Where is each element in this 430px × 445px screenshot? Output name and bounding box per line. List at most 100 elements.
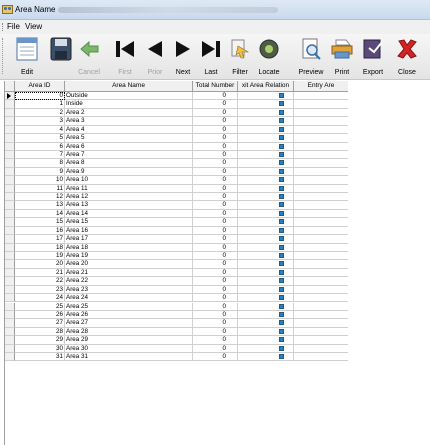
cell-total-number[interactable]: 0 [193, 235, 238, 244]
cell-area-id[interactable]: 21 [15, 268, 65, 278]
cell-total-number[interactable]: 0 [193, 310, 238, 320]
cell-area-name[interactable]: Area 18 [65, 243, 193, 252]
cell-area-name[interactable]: Area 6 [65, 142, 193, 151]
cell-area-name[interactable]: Area 12 [65, 193, 193, 202]
cell-area-id[interactable]: 13 [15, 201, 65, 210]
cell-area-id[interactable]: 1 [15, 100, 65, 109]
preview-button[interactable]: Preview [296, 36, 326, 78]
cell-entry-area[interactable] [294, 151, 348, 160]
cell-total-number[interactable]: 0 [193, 251, 238, 261]
row-selector[interactable] [5, 310, 15, 320]
cell-area-name[interactable]: Area 3 [65, 117, 193, 126]
cell-area-relation[interactable] [238, 243, 294, 252]
row-selector[interactable] [5, 251, 15, 261]
cell-entry-area[interactable] [294, 353, 348, 362]
table-row[interactable]: 15 Area 15 0 [5, 218, 348, 227]
row-selector[interactable] [5, 117, 15, 126]
cell-area-id[interactable]: 23 [15, 285, 65, 295]
filter-button[interactable]: Filter [225, 36, 255, 78]
row-selector[interactable] [5, 235, 15, 244]
cell-area-id[interactable]: 26 [15, 310, 65, 320]
cell-area-name[interactable]: Area 24 [65, 294, 193, 303]
cell-total-number[interactable]: 0 [193, 353, 238, 362]
row-selector[interactable] [5, 285, 15, 295]
area-grid[interactable]: Area ID Area Name Total Number xit Area … [4, 81, 348, 445]
cell-area-name[interactable]: Inside [65, 100, 193, 109]
header-entry-area[interactable]: Entry Are [294, 81, 348, 92]
cell-area-name[interactable]: Area 31 [65, 353, 193, 362]
cell-area-relation[interactable] [238, 336, 294, 345]
cell-entry-area[interactable] [294, 244, 348, 252]
cell-entry-area[interactable] [294, 260, 348, 269]
row-selector[interactable] [5, 150, 15, 160]
table-row[interactable]: 31 Area 31 0 [5, 353, 348, 362]
cell-area-relation[interactable] [238, 176, 294, 185]
cell-area-name[interactable]: Area 16 [65, 226, 193, 236]
first-button[interactable]: First [110, 36, 140, 78]
cell-area-name[interactable]: Area 22 [65, 277, 193, 286]
row-selector[interactable] [5, 92, 15, 101]
cell-area-relation[interactable] [238, 251, 294, 261]
cell-area-relation[interactable] [238, 344, 294, 353]
cell-total-number[interactable]: 0 [193, 277, 238, 286]
cell-area-id[interactable]: 16 [15, 226, 65, 236]
menu-file[interactable]: File [7, 22, 20, 31]
cell-area-id[interactable]: 24 [15, 294, 65, 303]
table-row[interactable]: 24 Area 24 0 [5, 294, 348, 303]
table-row[interactable]: 9 Area 90 [5, 167, 348, 177]
cell-total-number[interactable]: 0 [193, 302, 238, 311]
row-selector[interactable] [5, 268, 15, 278]
row-selector[interactable] [5, 142, 15, 151]
cell-area-id[interactable]: 4 [15, 125, 65, 135]
cell-area-name[interactable]: Area 2 [65, 108, 193, 118]
cell-entry-area[interactable] [294, 92, 348, 101]
cell-total-number[interactable]: 0 [193, 92, 238, 101]
cell-area-id[interactable]: 22 [15, 277, 65, 286]
table-row[interactable]: 10 Area 10 0 [5, 176, 348, 185]
cell-area-relation[interactable] [238, 260, 294, 269]
row-selector[interactable] [5, 344, 15, 353]
table-row[interactable]: 23 Area 23 0 [5, 285, 348, 295]
cell-area-name[interactable]: Area 25 [65, 302, 193, 311]
table-row[interactable]: 20 Area 20 0 [5, 260, 348, 269]
row-selector[interactable] [5, 193, 15, 202]
header-area-name[interactable]: Area Name [65, 81, 193, 92]
cell-area-relation[interactable] [238, 235, 294, 244]
cell-total-number[interactable]: 0 [193, 209, 238, 219]
cell-area-id[interactable]: 11 [15, 184, 65, 194]
cell-area-name[interactable]: Area 5 [65, 134, 193, 143]
cell-entry-area[interactable] [294, 252, 348, 261]
table-row[interactable]: 2 Area 20 [5, 108, 348, 118]
cell-area-id[interactable]: 25 [15, 302, 65, 311]
table-row[interactable]: 21 Area 21 0 [5, 268, 348, 278]
table-row[interactable]: 0 Outside 0 [5, 92, 348, 101]
cell-area-relation[interactable] [238, 226, 294, 236]
save-button[interactable] [46, 36, 76, 78]
cell-total-number[interactable]: 0 [193, 327, 238, 337]
cell-area-name[interactable]: Outside [65, 92, 193, 101]
cell-entry-area[interactable] [294, 319, 348, 328]
cell-total-number[interactable]: 0 [193, 336, 238, 345]
cell-area-relation[interactable] [238, 167, 294, 177]
header-area-id[interactable]: Area ID [15, 81, 65, 92]
cell-area-relation[interactable] [238, 100, 294, 109]
cell-area-name[interactable]: Area 4 [65, 125, 193, 135]
cell-area-relation[interactable] [238, 92, 294, 101]
table-row[interactable]: 12 Area 12 0 [5, 193, 348, 202]
cell-area-relation[interactable] [238, 201, 294, 210]
cell-entry-area[interactable] [294, 303, 348, 311]
row-selector[interactable] [5, 159, 15, 168]
prior-button[interactable]: Prior [140, 36, 170, 78]
cell-area-relation[interactable] [238, 277, 294, 286]
cell-area-relation[interactable] [238, 142, 294, 151]
cell-total-number[interactable]: 0 [193, 218, 238, 227]
table-row[interactable]: 17 Area 17 0 [5, 235, 348, 244]
cell-area-name[interactable]: Area 20 [65, 260, 193, 269]
row-selector[interactable] [5, 108, 15, 118]
row-selector[interactable] [5, 176, 15, 185]
cell-total-number[interactable]: 0 [193, 285, 238, 295]
cell-area-id[interactable]: 17 [15, 235, 65, 244]
cell-area-relation[interactable] [238, 193, 294, 202]
table-row[interactable]: 5 Area 50 [5, 134, 348, 143]
row-selector[interactable] [5, 243, 15, 252]
